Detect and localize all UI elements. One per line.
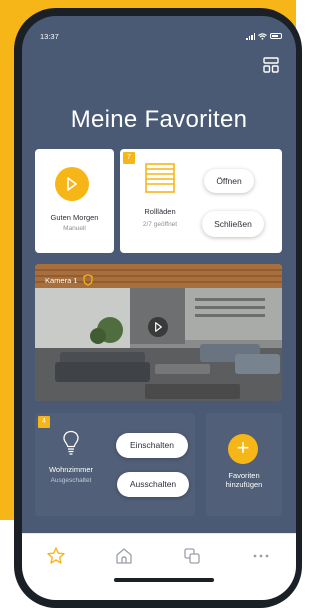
- camera-card[interactable]: Kamera 1: [35, 264, 282, 401]
- signal-icon: [246, 32, 255, 40]
- devices-icon[interactable]: [182, 546, 202, 566]
- page-title: Meine Favoriten: [70, 106, 248, 133]
- lightbulb-icon: [63, 430, 79, 455]
- device-card-rolllaeden[interactable]: 7 Rollläden 2/7 geöffnet Öffnen Schließe…: [120, 149, 282, 253]
- close-button[interactable]: Schließen: [202, 211, 264, 237]
- camera-label-wrap: Kamera 1: [45, 274, 93, 286]
- add-favorite-label-line1: Favoriten: [228, 471, 260, 480]
- switch-on-button[interactable]: Einschalten: [116, 433, 188, 458]
- add-favorite-label-line2: hinzufügen: [225, 480, 263, 489]
- wifi-icon: [258, 32, 267, 40]
- scene-label: Guten Morgen: [50, 213, 99, 222]
- battery-icon: [270, 33, 282, 39]
- plus-icon: +: [228, 434, 258, 464]
- tab-bar: [22, 533, 296, 600]
- device-sublabel: 2/7 geöffnet: [142, 221, 178, 228]
- scene-card-guten-morgen[interactable]: Guten Morgen Manuell: [35, 149, 114, 253]
- scene-sublabel: Manuell: [63, 225, 86, 232]
- shutter-icon: [145, 163, 175, 193]
- switch-off-button[interactable]: Ausschalten: [117, 472, 189, 497]
- status-icons: [246, 32, 282, 40]
- more-icon[interactable]: [251, 546, 271, 566]
- count-badge: 7: [123, 152, 135, 164]
- device-label: Rollläden: [144, 207, 176, 216]
- camera-label: Kamera 1: [45, 275, 78, 285]
- count-badge: 4: [38, 416, 50, 428]
- star-icon[interactable]: [46, 546, 66, 566]
- device-sublabel: Ausgeschaltet: [50, 477, 92, 484]
- add-favorite-card[interactable]: + Favoriten hinzufügen: [206, 413, 282, 516]
- play-icon[interactable]: [148, 317, 168, 337]
- home-indicator: [114, 578, 214, 582]
- home-icon[interactable]: [114, 546, 134, 566]
- shield-icon: [82, 274, 93, 286]
- status-time: 13:37: [40, 31, 59, 41]
- device-label: Wohnzimmer: [48, 465, 94, 474]
- device-card-wohnzimmer[interactable]: 4 Wohnzimmer Ausgeschaltet Einschalten A…: [35, 413, 195, 516]
- add-favorite-label: Favoriten hinzufügen: [206, 471, 282, 489]
- status-bar: 13:37: [40, 30, 282, 42]
- play-icon: [55, 167, 89, 201]
- layout-grid-icon[interactable]: [262, 56, 280, 74]
- open-button[interactable]: Öffnen: [204, 169, 254, 193]
- app-screen: 13:37 Meine Favoriten Guten Morgen Manue…: [22, 16, 296, 600]
